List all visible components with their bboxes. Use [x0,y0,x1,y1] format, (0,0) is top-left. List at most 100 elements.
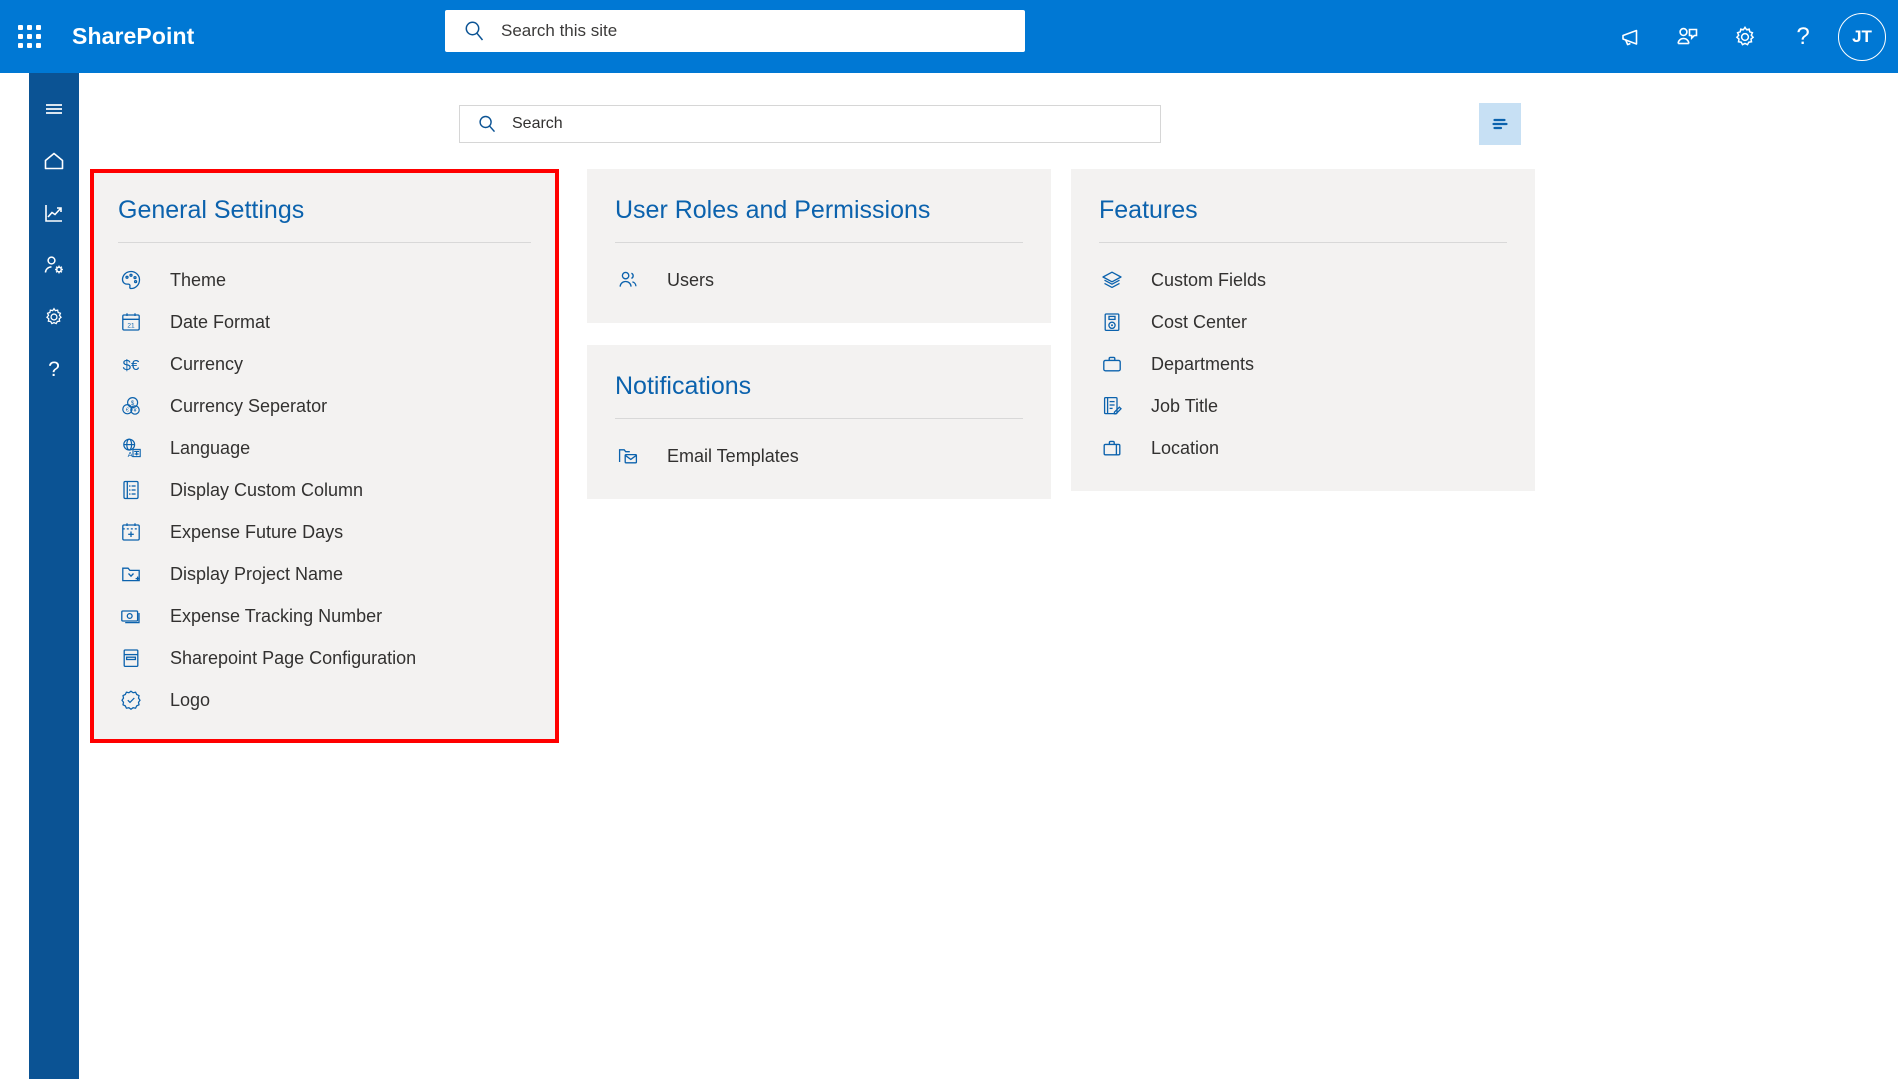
help-button[interactable]: ? [1774,0,1832,73]
list-item-users[interactable]: Users [587,259,1051,301]
app-launcher-icon [17,25,41,48]
globe-translate-icon: A [118,435,144,461]
page-content: General Settings Theme [79,73,1898,1079]
suite-bar: SharePoint Search this site ? JT [0,0,1898,73]
page-layout-icon [118,645,144,671]
badge-check-icon [118,687,144,713]
list-item-expense-tracking-number[interactable]: Expense Tracking Number [90,595,559,637]
layers-icon [1099,267,1125,293]
calendar-date-icon: 21 [118,309,144,335]
list-item-label: Departments [1151,353,1255,374]
calendar-add-icon [118,519,144,545]
hamburger-icon [46,104,62,114]
list-item-label: Language [170,437,251,458]
rail-item-menu[interactable] [29,83,79,135]
search-box[interactable] [459,105,1161,143]
currency-glyphs: $€ [123,357,140,374]
list-item-custom-fields[interactable]: Custom Fields [1071,259,1535,301]
list-item-date-format[interactable]: 21 Date Format [90,301,559,343]
home-icon [44,152,64,170]
suite-search-input[interactable] [499,12,979,50]
card-notifications: Notifications Email Templates [587,345,1051,499]
avatar[interactable]: JT [1838,12,1886,61]
suitcase-icon [1099,435,1125,461]
card-item-list: Users [587,243,1051,301]
list-item-label: Display Custom Column [170,479,364,500]
suite-title[interactable]: SharePoint [72,23,194,50]
card-title: Notifications [615,372,752,400]
list-item-currency[interactable]: $€ Currency [90,343,559,385]
card-item-list: Custom Fields Cost Center Departments Jo… [1071,243,1535,469]
list-item-email-templates[interactable]: Email Templates [587,435,1051,477]
currency-dollar-euro-icon: $€ [118,351,144,377]
search-icon [477,114,497,134]
card-title: User Roles and Permissions [615,196,931,224]
user-settings-icon [44,256,63,274]
list-item-location[interactable]: Location [1071,427,1535,469]
gear-icon [46,307,62,325]
column-left: General Settings Theme 21 Date Format $€… [90,169,559,743]
suite-search-box[interactable] [445,10,1025,52]
app-launcher-button[interactable] [0,0,58,73]
help-icon: ? [1796,23,1809,50]
filter-button[interactable] [1479,103,1521,145]
people-chat-button[interactable] [1658,0,1716,73]
cost-center-icon [1099,309,1125,335]
list-item-display-project-name[interactable]: Display Project Name [90,553,559,595]
list-item-label: Users [667,269,715,290]
list-item-display-custom-column[interactable]: Display Custom Column [90,469,559,511]
list-item-departments[interactable]: Departments [1071,343,1535,385]
list-item-logo[interactable]: Logo [90,679,559,721]
document-edit-icon [1099,393,1125,419]
card-features: Features Custom Fields Cost Center Depar… [1071,169,1535,491]
people-icon [615,267,641,293]
list-item-label: Cost Center [1151,311,1248,332]
money-bill-icon [118,603,144,629]
avatar-initials: JT [1852,26,1872,46]
left-nav-rail: ? [29,73,79,1079]
column-middle: User Roles and Permissions Users Notific… [587,169,1051,499]
list-item-label: Location [1151,437,1220,458]
svg-text:€: € [126,407,129,413]
list-item-label: Email Templates [667,445,799,466]
list-item-label: Job Title [1151,395,1219,416]
settings-button[interactable] [1716,0,1774,73]
svg-text:?: ? [48,358,60,381]
rail-item-analytics[interactable] [29,187,79,239]
rail-item-user-settings[interactable] [29,239,79,291]
list-item-label: Expense Tracking Number [170,605,383,626]
filter-lines-icon [1492,118,1508,130]
list-item-label: Expense Future Days [170,521,344,542]
list-document-icon [118,477,144,503]
megaphone-icon [1622,29,1638,45]
mail-folder-icon [615,443,641,469]
list-item-expense-future-days[interactable]: Expense Future Days [90,511,559,553]
list-item-cost-center[interactable]: Cost Center [1071,301,1535,343]
rail-item-help[interactable]: ? [29,343,79,395]
list-item-language[interactable]: A Language [90,427,559,469]
list-item-label: Date Format [170,311,271,332]
list-item-label: Display Project Name [170,563,344,584]
card-item-list: Email Templates [587,419,1051,477]
palette-icon [118,267,144,293]
column-right: Features Custom Fields Cost Center Depar… [1071,169,1535,491]
list-item-sharepoint-page-configuration[interactable]: Sharepoint Page Configuration [90,637,559,679]
card-item-list: Theme 21 Date Format $€ Currency $ € ¥ C… [90,243,559,721]
list-item-currency-seperator[interactable]: $ € ¥ Currency Seperator [90,385,559,427]
list-item-label: Currency Seperator [170,395,328,416]
list-item-label: Custom Fields [1151,269,1267,290]
search-input[interactable] [510,107,1110,141]
svg-text:A: A [128,450,133,459]
list-item-job-title[interactable]: Job Title [1071,385,1535,427]
card-general-settings: General Settings Theme 21 Date Format $€… [90,169,559,743]
rail-item-home[interactable] [29,135,79,187]
megaphone-button[interactable] [1600,0,1658,73]
card-title: General Settings [118,196,305,224]
list-item-label: Theme [170,269,227,290]
suite-actions: ? JT [1600,0,1898,73]
svg-text:21: 21 [127,322,135,329]
rail-item-settings[interactable] [29,291,79,343]
folder-add-icon [118,561,144,587]
svg-text:$€: $€ [123,357,140,374]
list-item-theme[interactable]: Theme [90,259,559,301]
